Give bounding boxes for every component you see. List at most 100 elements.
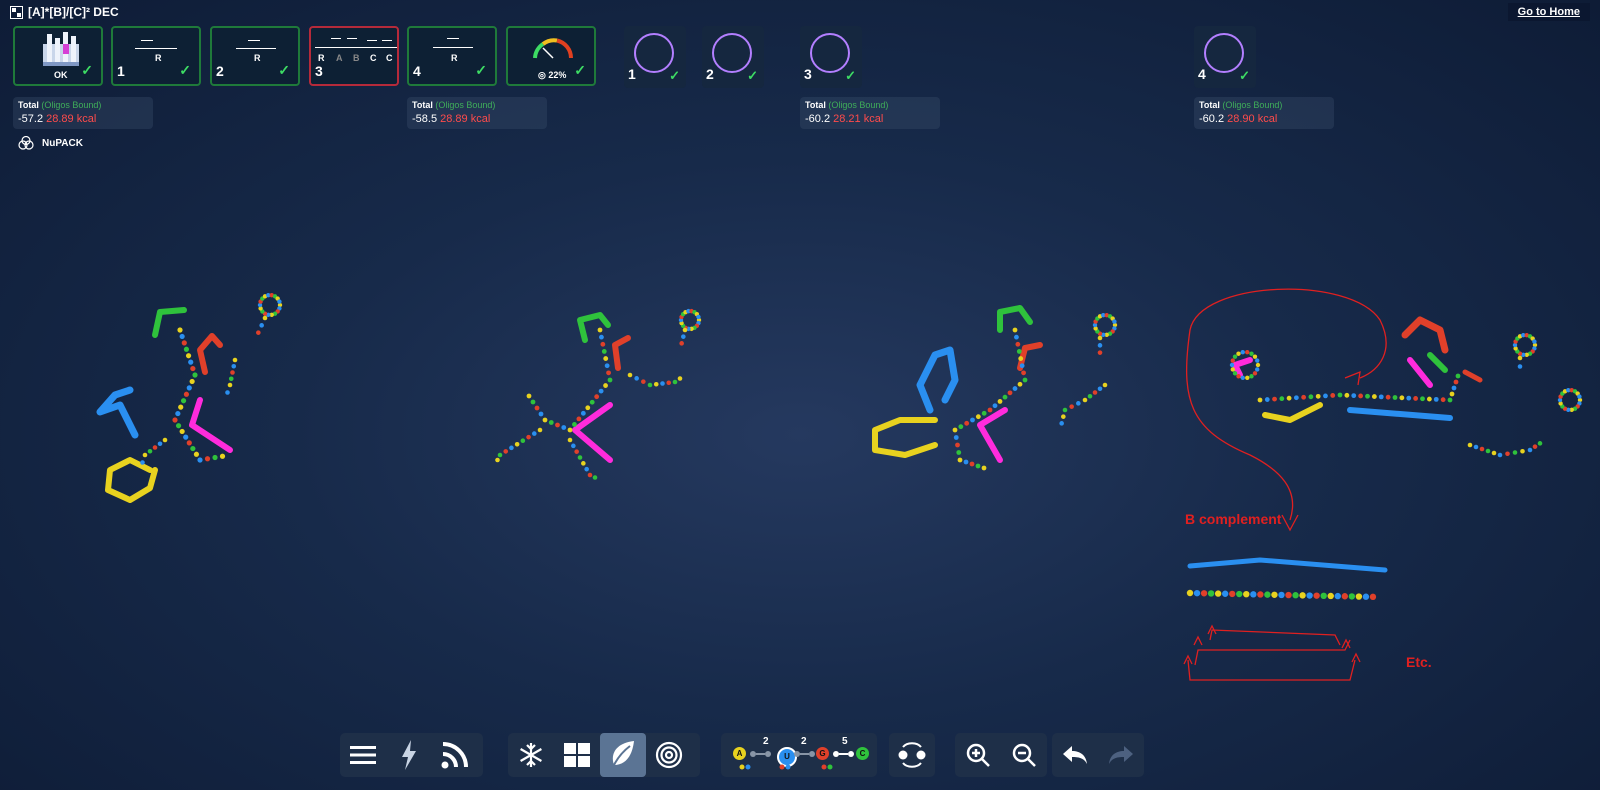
nucleotide-dot <box>514 441 520 447</box>
strand-segment <box>977 407 1008 463</box>
nucleotide-dot <box>1497 452 1503 458</box>
nucleotide-dot <box>197 457 203 463</box>
nucleotide-dot <box>183 391 190 397</box>
nucleotide-dot <box>1447 397 1453 403</box>
nucleotide-dot <box>987 407 993 413</box>
redo-button[interactable] <box>1098 733 1144 777</box>
target-mode-button[interactable] <box>646 733 692 777</box>
nucleotide-dot <box>1517 355 1523 361</box>
nucleotide-dot <box>696 314 701 320</box>
nucleotide-dot <box>548 420 554 425</box>
zoom-in-button[interactable] <box>955 733 1001 777</box>
nucleotide-dot <box>577 455 583 460</box>
strand-segment <box>577 312 611 343</box>
nucleotide-g[interactable]: G <box>816 747 829 760</box>
nucleotide-dot <box>1301 394 1307 400</box>
nucleotide-dot <box>1313 592 1320 599</box>
nucleotide-dot <box>1232 354 1238 359</box>
nucleotide-dot <box>1252 371 1258 376</box>
nucleotide-dot <box>606 370 611 376</box>
nucleotide-dot <box>520 438 526 444</box>
nucleotide-dot <box>666 380 672 386</box>
nucleotide-dot <box>1200 590 1208 597</box>
nucleotide-dot <box>1358 393 1364 399</box>
nucleotide-dot <box>679 341 684 346</box>
nucleotide-dot <box>1467 442 1473 448</box>
freeze-button[interactable] <box>508 733 554 777</box>
rna-structures[interactable] <box>96 292 1583 601</box>
strand-segment <box>872 417 938 458</box>
nucleotide-c[interactable]: C <box>856 747 869 760</box>
nucleotide-dot <box>603 356 609 361</box>
nucleotide-dot <box>660 381 665 386</box>
nucleotide-dot <box>172 417 178 423</box>
strand-segment <box>96 386 139 439</box>
nucleotide-dot <box>580 410 586 416</box>
nucleotide-dot <box>653 381 659 387</box>
nucleotide-dot <box>227 382 233 388</box>
nucleotide-dot <box>1214 590 1222 597</box>
nucleotide-dot <box>189 378 195 385</box>
redo-icon <box>1109 746 1133 764</box>
nucleotide-dot <box>1240 375 1245 381</box>
nucleotide-dot <box>1240 349 1245 355</box>
nucleotide-dot <box>1221 590 1229 597</box>
nucleotide-dot <box>179 333 185 340</box>
nucleotide-dot <box>1076 401 1081 406</box>
nucleotide-dot <box>259 323 264 328</box>
nucleotide-dot <box>561 425 567 430</box>
nucleotide-dot <box>175 423 182 429</box>
nucleotide-palette[interactable]: A U G C 2 2 5 <box>721 733 877 777</box>
nucleotide-dot <box>186 440 192 446</box>
nucleotide-dot <box>1017 381 1023 387</box>
nucleotide-dot <box>1278 591 1285 599</box>
nucleotide-dot <box>178 404 184 410</box>
leaf-icon <box>611 741 634 770</box>
nucleotide-dot <box>1012 386 1018 391</box>
strand-segment <box>1427 352 1448 373</box>
toolbar-history <box>1052 733 1144 777</box>
natural-mode-button[interactable] <box>600 733 646 777</box>
nucleotide-dot <box>1449 391 1455 397</box>
nucleotide-dot <box>585 405 591 411</box>
pair-gc-icon <box>833 751 854 757</box>
nucleotide-dot <box>1362 593 1370 600</box>
nucleotide-dot <box>1369 593 1377 601</box>
nucleotide-a[interactable]: A <box>733 747 746 760</box>
strand-segment <box>197 333 223 375</box>
undo-button[interactable] <box>1052 733 1098 777</box>
au-pair-count: 2 <box>763 736 769 747</box>
rna-structure-canvas[interactable] <box>0 0 1600 720</box>
strand-segment <box>1401 316 1449 354</box>
nucleotide-dot <box>212 454 218 461</box>
nucleotide-dot <box>647 382 653 388</box>
lightning-button[interactable] <box>386 733 432 777</box>
nucleotide-dot <box>1392 395 1398 400</box>
nucleotide-dot <box>1399 395 1405 401</box>
feed-button[interactable] <box>432 733 478 777</box>
nucleotide-dot <box>1299 592 1306 599</box>
nucleotide-dot <box>1014 334 1019 340</box>
swap-pairs-button[interactable] <box>889 733 935 777</box>
nucleotide-dot <box>192 372 198 378</box>
nucleotide-dot <box>1323 393 1328 399</box>
nucleotide-dot <box>537 427 543 433</box>
nucleotide-dot <box>555 422 560 428</box>
nucleotide-dot <box>1306 592 1313 599</box>
nucleotide-dot <box>157 441 163 447</box>
nucleotide-dot <box>1371 394 1377 399</box>
zoom-out-button[interactable] <box>1001 733 1047 777</box>
nucleotide-dot <box>1315 393 1321 399</box>
nucleotide-dot <box>256 330 261 335</box>
nucleotide-dot <box>567 427 573 433</box>
nucleotide-dot <box>1097 343 1103 348</box>
annotation-b-complement: B complement <box>1185 511 1282 527</box>
nucleotide-dot <box>572 422 577 427</box>
layout-button[interactable] <box>554 733 600 777</box>
target-icon <box>655 741 683 769</box>
nucleotide-dot <box>1007 390 1013 396</box>
nucleotide-dot <box>1193 589 1201 597</box>
nucleotide-dot <box>592 475 598 480</box>
nucleotide-dot <box>1341 593 1349 600</box>
menu-button[interactable] <box>340 733 386 777</box>
